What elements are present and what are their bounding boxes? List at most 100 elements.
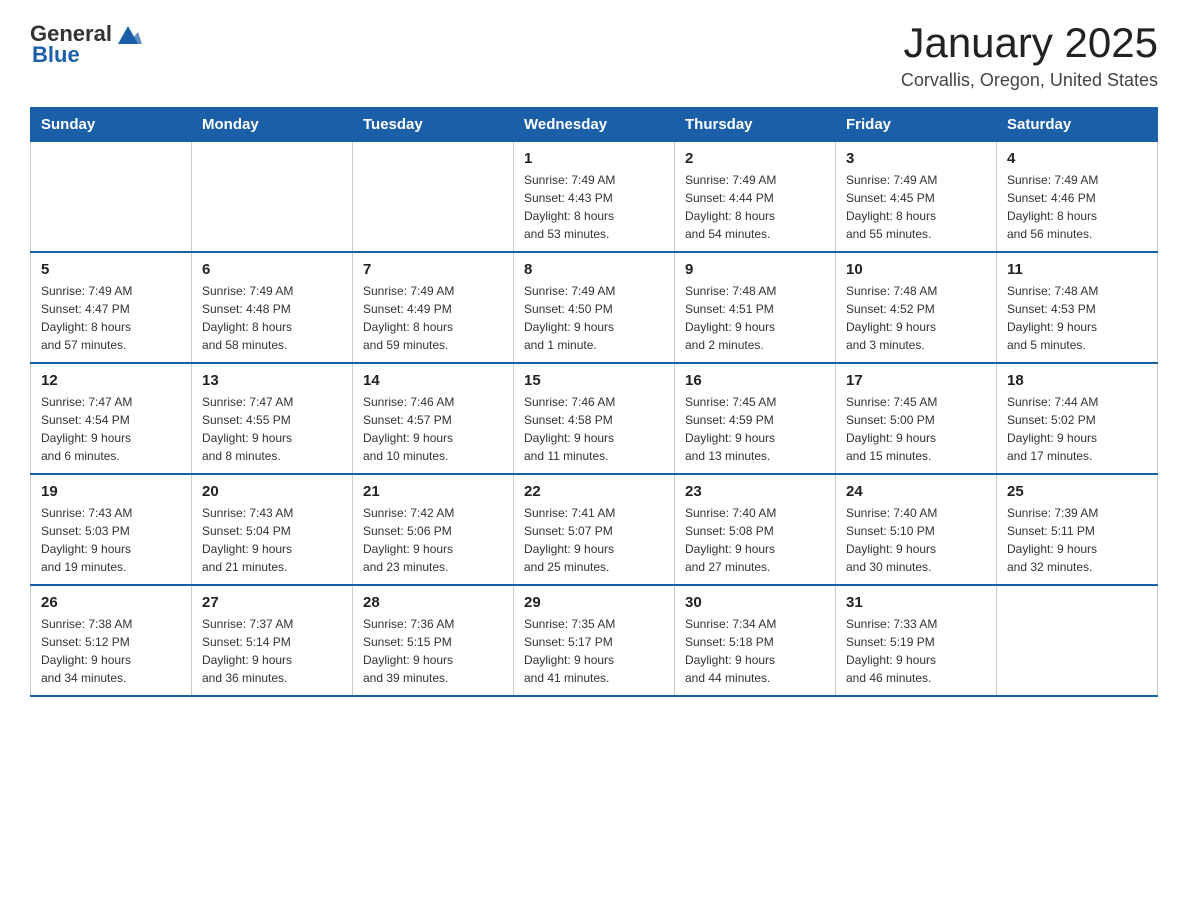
day-info: Sunrise: 7:47 AM Sunset: 4:55 PM Dayligh… xyxy=(202,393,342,465)
calendar-cell: 25Sunrise: 7:39 AM Sunset: 5:11 PM Dayli… xyxy=(997,474,1158,585)
day-number: 12 xyxy=(41,372,181,389)
calendar-table: SundayMondayTuesdayWednesdayThursdayFrid… xyxy=(30,107,1158,697)
calendar-cell: 19Sunrise: 7:43 AM Sunset: 5:03 PM Dayli… xyxy=(31,474,192,585)
title-block: January 2025 Corvallis, Oregon, United S… xyxy=(901,20,1158,91)
calendar-cell: 26 Sunrise: 7:38 AM Sunset: 5:12 PM Dayli… xyxy=(31,585,192,696)
page-header: General Blue January 2025 Corvallis, Ore… xyxy=(30,20,1158,91)
week-row-5: 26 Sunrise: 7:38 AM Sunset: 5:12 PM Dayli… xyxy=(31,585,1158,696)
calendar-cell: 13 Sunrise: 7:47 AM Sunset: 4:55 PM Dayli… xyxy=(192,363,353,474)
day-number: 20 xyxy=(202,483,342,500)
day-info: Sunrise: 7:44 AM Sunset: 5:02 PM Dayligh… xyxy=(1007,393,1147,465)
day-number: 23 xyxy=(685,483,825,500)
day-info: Sunrise: 7:49 AM Sunset: 4:46 PM Dayligh… xyxy=(1007,171,1147,243)
calendar-cell: 20 Sunrise: 7:43 AM Sunset: 5:04 PM Dayli… xyxy=(192,474,353,585)
day-number: 17 xyxy=(846,372,986,389)
calendar-cell: 29Sunrise: 7:35 AM Sunset: 5:17 PM Dayli… xyxy=(514,585,675,696)
day-info: Sunrise: 7:35 AM Sunset: 5:17 PM Dayligh… xyxy=(524,615,664,687)
header-friday: Friday xyxy=(836,108,997,142)
day-info: Sunrise: 7:48 AM Sunset: 4:53 PM Dayligh… xyxy=(1007,282,1147,354)
day-info: Sunrise: 7:38 AM Sunset: 5:12 PM Dayligh… xyxy=(41,615,181,687)
day-info: Sunrise: 7:42 AM Sunset: 5:06 PM Dayligh… xyxy=(363,504,503,576)
calendar-cell: 1Sunrise: 7:49 AM Sunset: 4:43 PM Daylig… xyxy=(514,142,675,253)
day-info: Sunrise: 7:48 AM Sunset: 4:51 PM Dayligh… xyxy=(685,282,825,354)
calendar-cell: 30 Sunrise: 7:34 AM Sunset: 5:18 PM Dayli… xyxy=(675,585,836,696)
calendar-cell: 15 Sunrise: 7:46 AM Sunset: 4:58 PM Dayli… xyxy=(514,363,675,474)
calendar-cell xyxy=(192,142,353,253)
day-info: Sunrise: 7:37 AM Sunset: 5:14 PM Dayligh… xyxy=(202,615,342,687)
day-number: 15 xyxy=(524,372,664,389)
day-info: Sunrise: 7:49 AM Sunset: 4:44 PM Dayligh… xyxy=(685,171,825,243)
day-info: Sunrise: 7:46 AM Sunset: 4:57 PM Dayligh… xyxy=(363,393,503,465)
day-info: Sunrise: 7:49 AM Sunset: 4:47 PM Dayligh… xyxy=(41,282,181,354)
day-info: Sunrise: 7:36 AM Sunset: 5:15 PM Dayligh… xyxy=(363,615,503,687)
calendar-cell: 10Sunrise: 7:48 AM Sunset: 4:52 PM Dayli… xyxy=(836,252,997,363)
day-info: Sunrise: 7:39 AM Sunset: 5:11 PM Dayligh… xyxy=(1007,504,1147,576)
day-info: Sunrise: 7:45 AM Sunset: 4:59 PM Dayligh… xyxy=(685,393,825,465)
header-saturday: Saturday xyxy=(997,108,1158,142)
calendar-cell: 4Sunrise: 7:49 AM Sunset: 4:46 PM Daylig… xyxy=(997,142,1158,253)
calendar-cell: 9 Sunrise: 7:48 AM Sunset: 4:51 PM Daylig… xyxy=(675,252,836,363)
header-tuesday: Tuesday xyxy=(353,108,514,142)
day-number: 3 xyxy=(846,150,986,167)
day-info: Sunrise: 7:47 AM Sunset: 4:54 PM Dayligh… xyxy=(41,393,181,465)
day-number: 10 xyxy=(846,261,986,278)
calendar-cell: 31 Sunrise: 7:33 AM Sunset: 5:19 PM Dayli… xyxy=(836,585,997,696)
day-info: Sunrise: 7:49 AM Sunset: 4:45 PM Dayligh… xyxy=(846,171,986,243)
day-info: Sunrise: 7:41 AM Sunset: 5:07 PM Dayligh… xyxy=(524,504,664,576)
week-row-4: 19Sunrise: 7:43 AM Sunset: 5:03 PM Dayli… xyxy=(31,474,1158,585)
day-number: 31 xyxy=(846,594,986,611)
day-info: Sunrise: 7:49 AM Sunset: 4:50 PM Dayligh… xyxy=(524,282,664,354)
calendar-cell: 17 Sunrise: 7:45 AM Sunset: 5:00 PM Dayli… xyxy=(836,363,997,474)
calendar-cell: 5 Sunrise: 7:49 AM Sunset: 4:47 PM Daylig… xyxy=(31,252,192,363)
day-number: 16 xyxy=(685,372,825,389)
calendar-cell xyxy=(31,142,192,253)
calendar-cell: 23Sunrise: 7:40 AM Sunset: 5:08 PM Dayli… xyxy=(675,474,836,585)
calendar-cell: 6 Sunrise: 7:49 AM Sunset: 4:48 PM Daylig… xyxy=(192,252,353,363)
calendar-cell xyxy=(997,585,1158,696)
day-number: 14 xyxy=(363,372,503,389)
logo-blue: Blue xyxy=(32,42,80,68)
day-number: 30 xyxy=(685,594,825,611)
calendar-cell xyxy=(353,142,514,253)
header-monday: Monday xyxy=(192,108,353,142)
day-number: 9 xyxy=(685,261,825,278)
day-number: 7 xyxy=(363,261,503,278)
header-sunday: Sunday xyxy=(31,108,192,142)
day-info: Sunrise: 7:33 AM Sunset: 5:19 PM Dayligh… xyxy=(846,615,986,687)
day-number: 2 xyxy=(685,150,825,167)
day-number: 26 xyxy=(41,594,181,611)
calendar-cell: 14 Sunrise: 7:46 AM Sunset: 4:57 PM Dayli… xyxy=(353,363,514,474)
calendar-cell: 16 Sunrise: 7:45 AM Sunset: 4:59 PM Dayli… xyxy=(675,363,836,474)
day-info: Sunrise: 7:43 AM Sunset: 5:03 PM Dayligh… xyxy=(41,504,181,576)
calendar-cell: 18 Sunrise: 7:44 AM Sunset: 5:02 PM Dayli… xyxy=(997,363,1158,474)
calendar-cell: 22 Sunrise: 7:41 AM Sunset: 5:07 PM Dayli… xyxy=(514,474,675,585)
header-wednesday: Wednesday xyxy=(514,108,675,142)
week-row-3: 12 Sunrise: 7:47 AM Sunset: 4:54 PM Dayli… xyxy=(31,363,1158,474)
calendar-cell: 3 Sunrise: 7:49 AM Sunset: 4:45 PM Daylig… xyxy=(836,142,997,253)
calendar-cell: 27 Sunrise: 7:37 AM Sunset: 5:14 PM Dayli… xyxy=(192,585,353,696)
day-number: 8 xyxy=(524,261,664,278)
day-number: 27 xyxy=(202,594,342,611)
calendar-cell: 8 Sunrise: 7:49 AM Sunset: 4:50 PM Daylig… xyxy=(514,252,675,363)
day-number: 5 xyxy=(41,261,181,278)
calendar-cell: 2 Sunrise: 7:49 AM Sunset: 4:44 PM Daylig… xyxy=(675,142,836,253)
day-info: Sunrise: 7:34 AM Sunset: 5:18 PM Dayligh… xyxy=(685,615,825,687)
day-number: 22 xyxy=(524,483,664,500)
month-title: January 2025 xyxy=(901,20,1158,66)
day-number: 11 xyxy=(1007,261,1147,278)
day-info: Sunrise: 7:45 AM Sunset: 5:00 PM Dayligh… xyxy=(846,393,986,465)
logo-icon xyxy=(114,20,142,48)
day-info: Sunrise: 7:43 AM Sunset: 5:04 PM Dayligh… xyxy=(202,504,342,576)
location-title: Corvallis, Oregon, United States xyxy=(901,70,1158,91)
calendar-cell: 7Sunrise: 7:49 AM Sunset: 4:49 PM Daylig… xyxy=(353,252,514,363)
calendar-cell: 21Sunrise: 7:42 AM Sunset: 5:06 PM Dayli… xyxy=(353,474,514,585)
logo: General Blue xyxy=(30,20,142,68)
day-number: 28 xyxy=(363,594,503,611)
day-number: 18 xyxy=(1007,372,1147,389)
header-thursday: Thursday xyxy=(675,108,836,142)
day-number: 6 xyxy=(202,261,342,278)
day-number: 13 xyxy=(202,372,342,389)
day-info: Sunrise: 7:46 AM Sunset: 4:58 PM Dayligh… xyxy=(524,393,664,465)
calendar-cell: 28 Sunrise: 7:36 AM Sunset: 5:15 PM Dayli… xyxy=(353,585,514,696)
day-info: Sunrise: 7:49 AM Sunset: 4:48 PM Dayligh… xyxy=(202,282,342,354)
